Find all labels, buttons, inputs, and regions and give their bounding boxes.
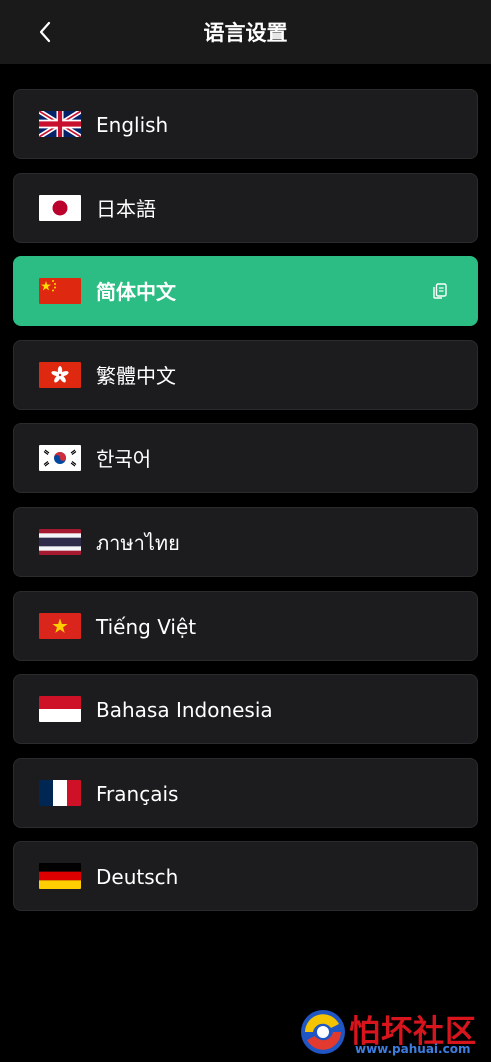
selected-check-icon xyxy=(433,283,447,299)
language-label: 繁體中文 xyxy=(96,363,176,388)
language-label: 简体中文 xyxy=(96,280,176,305)
chevron-left-icon xyxy=(39,21,51,43)
language-label: Tiếng Việt xyxy=(96,614,197,639)
japan-flag-icon xyxy=(39,194,81,221)
language-label: 한국어 xyxy=(96,447,152,472)
china-flag-icon xyxy=(39,278,81,305)
language-option-thai[interactable]: ภาษาไทย xyxy=(13,506,478,577)
language-label: Deutsch xyxy=(96,865,179,890)
top-bar: 语言设置 xyxy=(0,0,491,64)
indonesia-flag-icon xyxy=(39,696,81,723)
language-label: Français xyxy=(96,781,179,806)
language-label: ภาษาไทย xyxy=(96,530,180,555)
page-title: 语言设置 xyxy=(203,21,288,45)
language-option-vietnamese[interactable]: Tiếng Việt xyxy=(13,590,478,661)
language-option-traditional-chinese[interactable]: 繁體中文 xyxy=(13,339,478,410)
vietnam-flag-icon xyxy=(39,612,81,639)
language-option-french[interactable]: Français xyxy=(13,757,478,828)
watermark-logo-icon xyxy=(301,1010,345,1054)
korea-flag-icon xyxy=(39,445,81,472)
watermark: 怕坏社区 www.pahuai.com xyxy=(295,1002,485,1058)
language-option-korean[interactable]: 한국어 xyxy=(13,423,478,494)
france-flag-icon xyxy=(39,779,81,806)
language-option-german[interactable]: Deutsch xyxy=(13,841,478,912)
watermark-url: www.pahuai.com xyxy=(355,1042,471,1056)
language-option-japanese[interactable]: 日本語 xyxy=(13,172,478,243)
language-list: English 日本語 简体中文 繁體中文 한국어 ภาษาไทย Tiếng … xyxy=(13,89,478,925)
language-option-simplified-chinese[interactable]: 简体中文 xyxy=(13,256,478,327)
thailand-flag-icon xyxy=(39,528,81,555)
language-option-indonesian[interactable]: Bahasa Indonesia xyxy=(13,674,478,745)
germany-flag-icon xyxy=(39,863,81,890)
language-label: English xyxy=(96,113,169,137)
language-label: 日本語 xyxy=(96,196,156,221)
uk-flag-icon xyxy=(39,111,81,137)
back-button[interactable] xyxy=(28,14,62,50)
hong-kong-flag-icon xyxy=(39,361,81,388)
language-label: Bahasa Indonesia xyxy=(96,698,273,723)
language-option-english[interactable]: English xyxy=(13,89,478,159)
